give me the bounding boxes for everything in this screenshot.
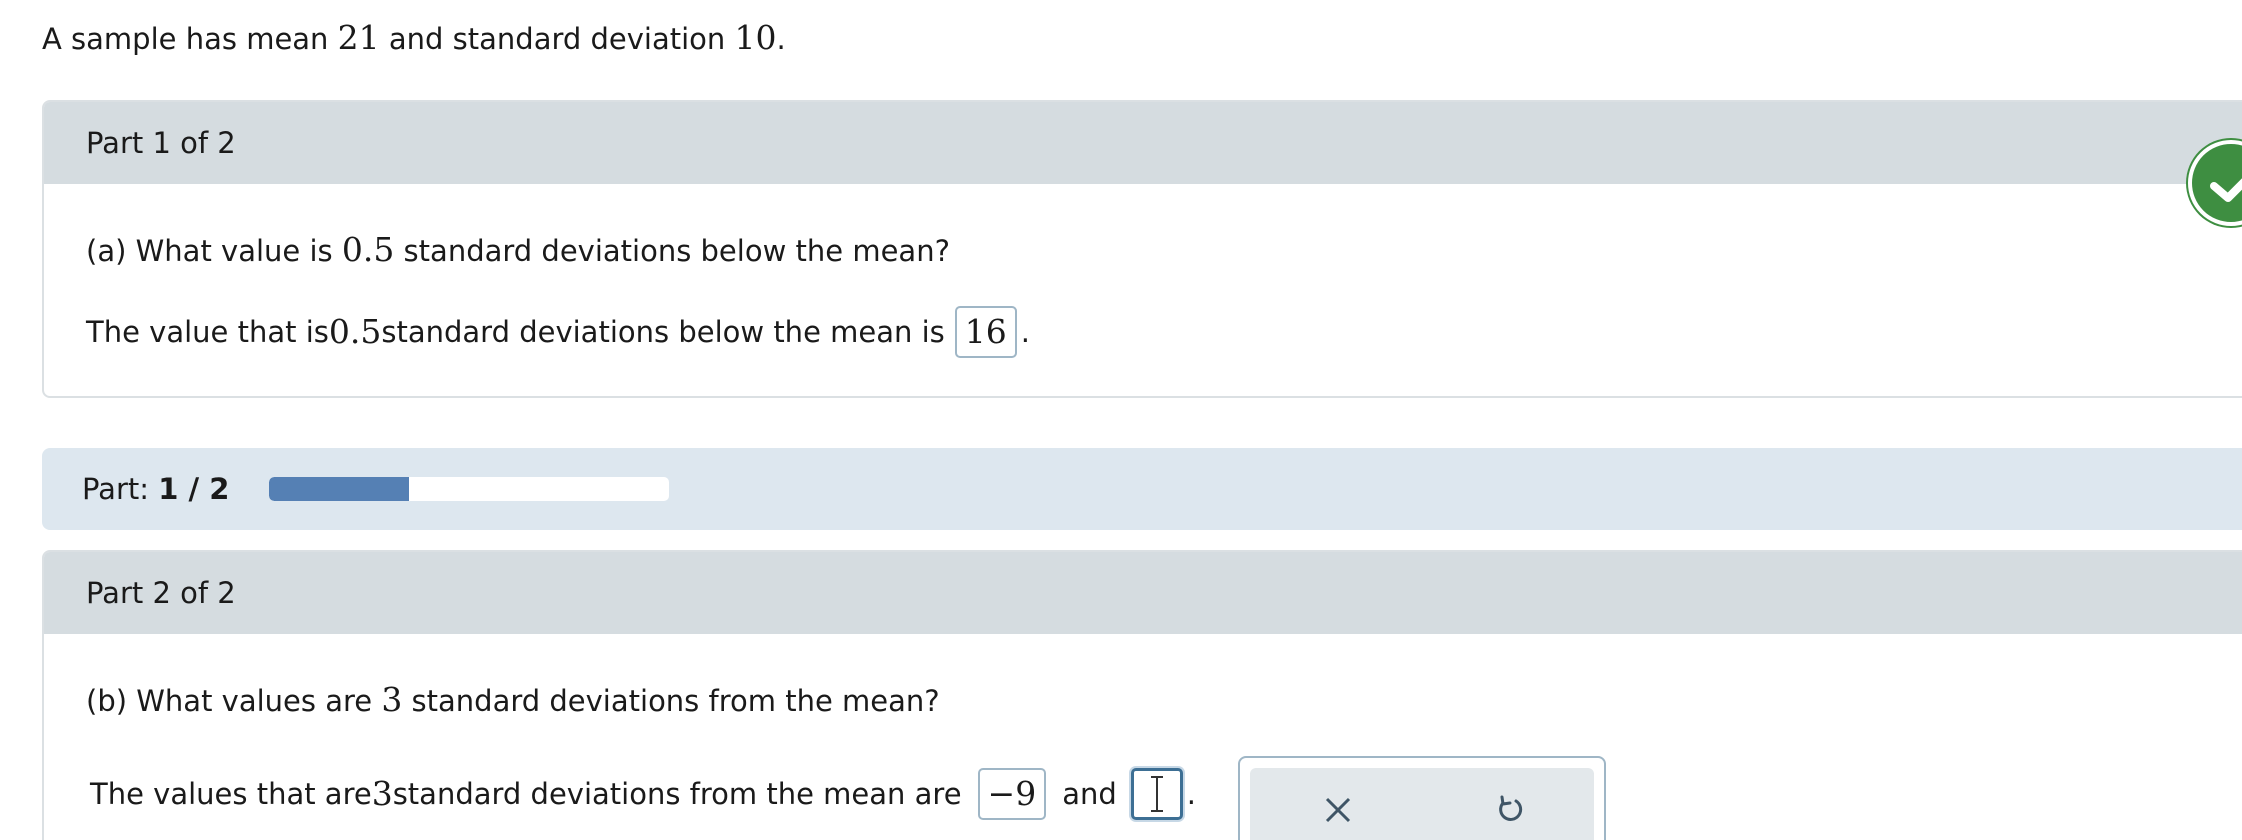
- part-2-question-suffix: standard deviations from the mean?: [402, 684, 940, 718]
- answer-tools-toolbar: [1250, 768, 1594, 840]
- part-2-answer-value-text: 3: [371, 774, 393, 813]
- intro-prefix: A sample has mean: [42, 22, 338, 56]
- part-1-answer-line: The value that is 0.5 standard deviation…: [86, 306, 1030, 358]
- part-2-answer-period: .: [1186, 777, 1196, 811]
- intro-middle: and standard deviation: [379, 22, 735, 56]
- progress-label-text: Part:: [82, 472, 150, 506]
- part-2-answer-suffix: standard deviations from the mean are: [392, 777, 962, 811]
- progress-label: Part: 1 / 2: [82, 472, 229, 506]
- part-1-header-label: Part 1 of 2: [86, 126, 236, 160]
- problem-statement: A sample has mean 21 and standard deviat…: [42, 18, 786, 59]
- part-2-question-value: 3: [381, 680, 403, 719]
- part-1-question-suffix: standard deviations below the mean?: [394, 234, 950, 268]
- part-progress-bar: Part: 1 / 2: [42, 448, 2242, 530]
- part-2-answer-prefix: The values that are: [90, 777, 372, 811]
- progress-track: [269, 477, 670, 501]
- part-1-answer-prefix: The value that is: [86, 315, 329, 349]
- undo-icon: [1499, 795, 1523, 821]
- part-2-header: Part 2 of 2: [44, 552, 2242, 634]
- part-1-question-prefix: (a) What value is: [86, 234, 342, 268]
- sd-value: 10: [734, 18, 777, 57]
- part-1-answer-period: .: [1020, 315, 1030, 349]
- part-2-answer-line: The values that are 3 standard deviation…: [90, 768, 1196, 820]
- part-2-connector: and: [1062, 777, 1117, 811]
- progress-value: 1 / 2: [158, 472, 230, 506]
- mean-value: 21: [337, 18, 380, 57]
- part-2-answer-box-2[interactable]: [1130, 768, 1183, 820]
- part-2-panel: Part 2 of 2 (b) What values are 3 standa…: [42, 550, 2242, 840]
- intro-suffix: .: [776, 22, 786, 56]
- undo-button[interactable]: [1490, 790, 1530, 830]
- part-2-answer-box-1[interactable]: −9: [977, 768, 1047, 820]
- part-2-question: (b) What values are 3 standard deviation…: [86, 680, 940, 721]
- part-1-answer-suffix: standard deviations below the mean is: [381, 315, 945, 349]
- progress-fill: [269, 477, 410, 501]
- page: A sample has mean 21 and standard deviat…: [0, 0, 2242, 840]
- close-icon: [1325, 797, 1351, 823]
- part-2-header-label: Part 2 of 2: [86, 576, 236, 610]
- part-1-question-value: 0.5: [341, 230, 395, 269]
- clear-button[interactable]: [1318, 790, 1358, 830]
- part-1-answer-value-text: 0.5: [328, 312, 382, 351]
- text-cursor-icon: [1150, 774, 1164, 814]
- part-1-answer-box[interactable]: 16: [954, 306, 1017, 358]
- part-1-question: (a) What value is 0.5 standard deviation…: [86, 230, 950, 271]
- part-1-panel: Part 1 of 2 (a) What value is 0.5 standa…: [42, 100, 2242, 398]
- part-2-question-prefix: (b) What values are: [86, 684, 382, 718]
- answer-tools-panel: [1238, 756, 1606, 840]
- part-1-header: Part 1 of 2: [44, 102, 2242, 184]
